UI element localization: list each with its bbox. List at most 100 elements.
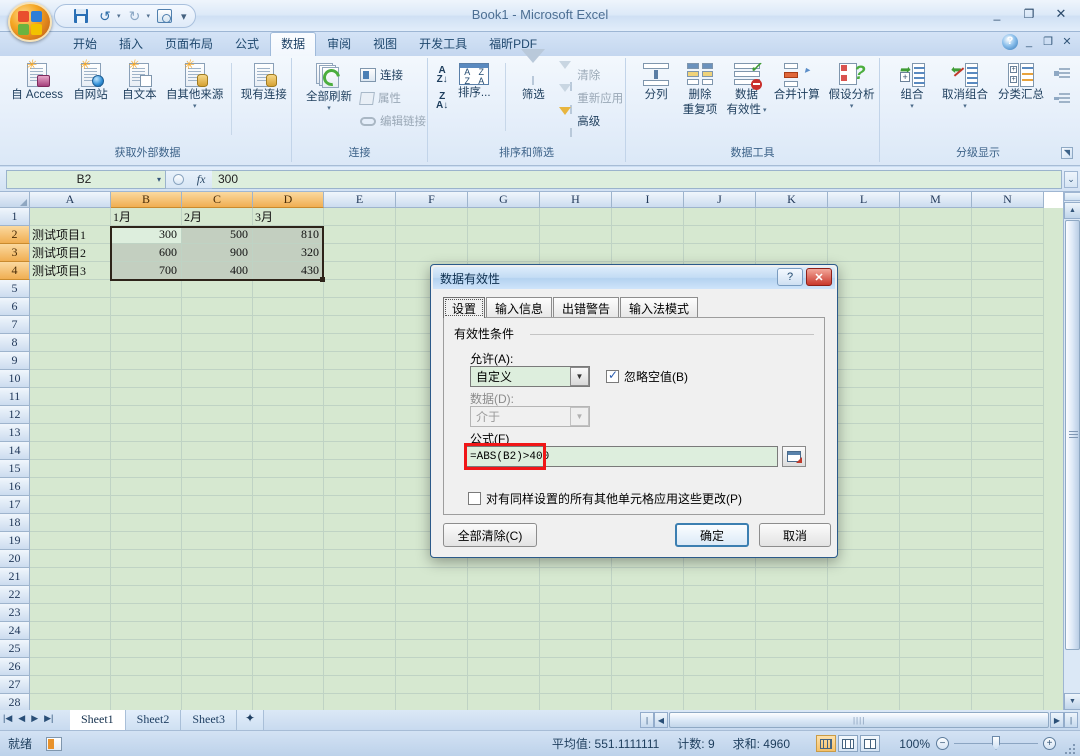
data-validation-button[interactable]: ✓ 数据 有效性 ▾ xyxy=(724,60,770,117)
cell-B28[interactable] xyxy=(111,694,182,710)
group-button[interactable]: ➡+ 组合 ▾ xyxy=(888,60,936,110)
close-workbook-button[interactable]: ✕ xyxy=(1059,34,1075,50)
cell-N15[interactable] xyxy=(972,460,1044,478)
cell-L1[interactable] xyxy=(828,208,900,226)
cell-C15[interactable] xyxy=(182,460,253,478)
cell-B11[interactable] xyxy=(111,388,182,406)
cell-D9[interactable] xyxy=(253,352,324,370)
cell-B13[interactable] xyxy=(111,424,182,442)
cell-A7[interactable] xyxy=(30,316,111,334)
cell-L17[interactable] xyxy=(828,496,900,514)
insert-worksheet-button[interactable]: ✦ xyxy=(237,710,264,730)
cell-N4[interactable] xyxy=(972,262,1044,280)
cell-L3[interactable] xyxy=(828,244,900,262)
apply-all-checkbox[interactable] xyxy=(468,492,481,505)
cell-F2[interactable] xyxy=(396,226,468,244)
cancel-button[interactable]: 取消 xyxy=(759,523,831,547)
cell-N26[interactable] xyxy=(972,658,1044,676)
cell-B2[interactable]: 300 xyxy=(111,226,182,244)
maximize-button[interactable]: ❐ xyxy=(1014,4,1044,24)
cell-M3[interactable] xyxy=(900,244,972,262)
cell-A12[interactable] xyxy=(30,406,111,424)
row-header-25[interactable]: 25 xyxy=(0,640,30,658)
cell-J21[interactable] xyxy=(684,568,756,586)
cell-L9[interactable] xyxy=(828,352,900,370)
cell-D10[interactable] xyxy=(253,370,324,388)
column-header-k[interactable]: K xyxy=(756,192,828,208)
cell-C12[interactable] xyxy=(182,406,253,424)
ignore-blank-checkbox[interactable] xyxy=(606,370,619,383)
cell-N24[interactable] xyxy=(972,622,1044,640)
row-header-26[interactable]: 26 xyxy=(0,658,30,676)
cell-N20[interactable] xyxy=(972,550,1044,568)
cell-A3[interactable]: 测试项目2 xyxy=(30,244,111,262)
minimize-ribbon-button[interactable]: _ xyxy=(1021,34,1037,50)
cell-C21[interactable] xyxy=(182,568,253,586)
cell-D22[interactable] xyxy=(253,586,324,604)
cell-I26[interactable] xyxy=(612,658,684,676)
dialog-tab-ime-mode[interactable]: 输入法模式 xyxy=(620,297,698,318)
apply-all-checkbox-row[interactable]: 对有同样设置的所有其他单元格应用这些更改(P) xyxy=(468,490,742,507)
cell-J22[interactable] xyxy=(684,586,756,604)
from-access-button[interactable]: ✳ 自 Access xyxy=(8,60,66,102)
cell-C27[interactable] xyxy=(182,676,253,694)
minimize-button[interactable]: _ xyxy=(982,4,1012,24)
cell-M2[interactable] xyxy=(900,226,972,244)
cell-L24[interactable] xyxy=(828,622,900,640)
cell-N7[interactable] xyxy=(972,316,1044,334)
cell-E18[interactable] xyxy=(324,514,396,532)
cell-G22[interactable] xyxy=(468,586,540,604)
cell-L23[interactable] xyxy=(828,604,900,622)
cell-K3[interactable] xyxy=(756,244,828,262)
prev-sheet-button[interactable]: ◀ xyxy=(18,713,25,724)
cell-C22[interactable] xyxy=(182,586,253,604)
cell-H1[interactable] xyxy=(540,208,612,226)
from-text-button[interactable]: ✳ 自文本 xyxy=(115,60,164,102)
hscroll-left-button[interactable]: ◀ xyxy=(654,712,668,728)
cell-I22[interactable] xyxy=(612,586,684,604)
zoom-track[interactable] xyxy=(954,743,1038,744)
cell-K1[interactable] xyxy=(756,208,828,226)
cell-C7[interactable] xyxy=(182,316,253,334)
cell-A21[interactable] xyxy=(30,568,111,586)
column-header-n[interactable]: N xyxy=(972,192,1044,208)
name-box-dropdown-icon[interactable]: ▾ xyxy=(157,175,161,184)
row-header-7[interactable]: 7 xyxy=(0,316,30,334)
cell-M15[interactable] xyxy=(900,460,972,478)
hide-detail-icon[interactable] xyxy=(1054,93,1070,106)
scroll-up-button[interactable]: ▲ xyxy=(1064,202,1080,219)
cell-L7[interactable] xyxy=(828,316,900,334)
cell-L26[interactable] xyxy=(828,658,900,676)
cell-G23[interactable] xyxy=(468,604,540,622)
cell-L14[interactable] xyxy=(828,442,900,460)
tab-charu[interactable]: 插入 xyxy=(108,32,154,56)
cell-A18[interactable] xyxy=(30,514,111,532)
cell-C18[interactable] xyxy=(182,514,253,532)
vertical-scrollbar[interactable]: ▲ ▼ xyxy=(1063,192,1080,710)
row-header-6[interactable]: 6 xyxy=(0,298,30,316)
cell-C25[interactable] xyxy=(182,640,253,658)
cell-K22[interactable] xyxy=(756,586,828,604)
cell-M23[interactable] xyxy=(900,604,972,622)
cell-C2[interactable]: 500 xyxy=(182,226,253,244)
column-header-m[interactable]: M xyxy=(900,192,972,208)
cell-D24[interactable] xyxy=(253,622,324,640)
cell-A1[interactable] xyxy=(30,208,111,226)
sort-ascending-button[interactable]: AZ↓ xyxy=(436,66,448,84)
allow-select[interactable]: 自定义 ▼ xyxy=(470,366,590,387)
row-header-15[interactable]: 15 xyxy=(0,460,30,478)
cell-C3[interactable]: 900 xyxy=(182,244,253,262)
cell-L20[interactable] xyxy=(828,550,900,568)
cell-A9[interactable] xyxy=(30,352,111,370)
cell-C19[interactable] xyxy=(182,532,253,550)
cell-L16[interactable] xyxy=(828,478,900,496)
cell-M24[interactable] xyxy=(900,622,972,640)
cell-D18[interactable] xyxy=(253,514,324,532)
cell-E28[interactable] xyxy=(324,694,396,710)
cell-E5[interactable] xyxy=(324,280,396,298)
tab-kaifagongju[interactable]: 开发工具 xyxy=(408,32,478,56)
from-other-sources-button[interactable]: ✳ 自其他来源 ▾ xyxy=(164,60,226,110)
cell-N2[interactable] xyxy=(972,226,1044,244)
cell-E20[interactable] xyxy=(324,550,396,568)
tab-shitu[interactable]: 视图 xyxy=(362,32,408,56)
